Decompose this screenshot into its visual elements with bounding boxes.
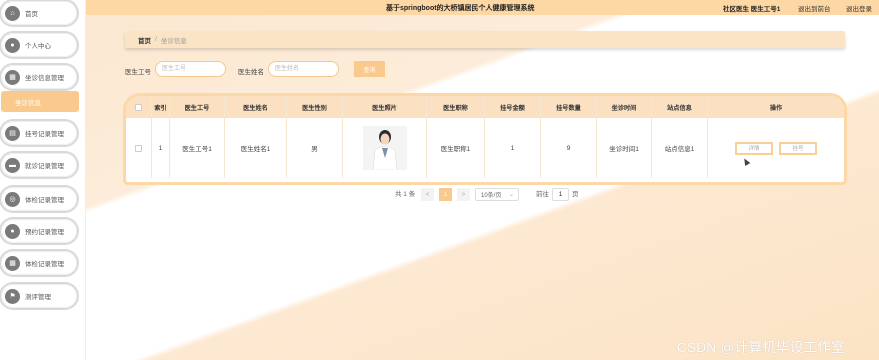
cell-doctor-name: 医生姓名1 — [225, 118, 287, 178]
breadcrumb-home[interactable]: 首页 — [138, 35, 151, 45]
col-title: 医生职称 — [427, 96, 485, 118]
cell-photo — [343, 118, 427, 178]
sidebar-item-home[interactable]: ⌂ 首页 — [1, 1, 77, 25]
sidebar-item-label: 挂号记录管理 — [25, 131, 64, 138]
list-icon: ▤ — [5, 125, 20, 141]
col-doctor-name: 医生姓名 — [225, 96, 287, 118]
cell-title: 医生职称1 — [427, 118, 485, 178]
home-icon: ⌂ — [5, 5, 20, 21]
table-row: 1 医生工号1 医生姓名1 男 医生职称1 1 9 坐诊时间1 站点信息1 详情… — [126, 118, 844, 178]
doctor-name-input[interactable] — [268, 61, 339, 77]
sidebar-item-label: 坐诊信息管理 — [25, 75, 64, 82]
chevron-down-icon: ⌄ — [508, 192, 514, 198]
sidebar-item-label: 体检记录管理 — [25, 261, 64, 268]
cell-index: 1 — [152, 118, 170, 178]
doctor-table: 索引 医生工号 医生姓名 医生性别 医生照片 医生职称 挂号金额 挂号数量 坐诊… — [126, 96, 844, 182]
page-size-value: 10条/页 — [481, 193, 502, 199]
col-site: 站点信息 — [652, 96, 708, 118]
row-checkbox[interactable] — [135, 144, 142, 152]
select-all-cell — [126, 96, 152, 118]
sidebar-item-label: 预约记录管理 — [25, 229, 64, 236]
person-icon: ● — [5, 223, 20, 239]
page-1-button[interactable]: 1 — [439, 188, 452, 201]
chat-icon: ▬ — [5, 157, 20, 173]
sidebar-subitem-label: 坐诊信息 — [15, 99, 41, 107]
sidebar-item-label: 首页 — [25, 11, 38, 18]
user-icon: ● — [5, 37, 20, 53]
sidebar-item-clinic[interactable]: ▦ 坐诊信息管理 — [1, 65, 77, 89]
sidebar: ⌂ 首页 ● 个人中心 ▦ 坐诊信息管理 坐诊信息 ▤ 挂号记录管理 ▬ 就诊记… — [0, 0, 86, 360]
col-actions: 操作 — [769, 104, 783, 112]
cell-count: 9 — [541, 118, 597, 178]
pagination-total: 共 1 条 — [395, 191, 416, 198]
logout-link[interactable]: 退出登录 — [846, 3, 872, 13]
jump-label: 前往 — [536, 191, 549, 198]
sidebar-item-appointment[interactable]: ● 预约记录管理 — [1, 219, 77, 243]
doctor-no-input[interactable] — [155, 61, 226, 77]
app-title: 基于springboot的大桥镇居民个人健康管理系统 — [386, 5, 535, 12]
col-gender: 医生性别 — [287, 96, 343, 118]
doctor-photo — [362, 126, 407, 170]
breadcrumb-current: 坐诊信息 — [160, 37, 187, 45]
sidebar-item-checkup[interactable]: ◎ 体检记录管理 — [1, 187, 77, 211]
cell-site: 站点信息1 — [652, 118, 708, 178]
col-count: 挂号数量 — [541, 96, 597, 118]
detail-button[interactable]: 详情 — [735, 141, 773, 155]
register-button[interactable]: 挂号 — [779, 141, 817, 155]
next-page-button[interactable]: > — [457, 188, 470, 201]
back-to-front-link[interactable]: 退出到前台 — [798, 3, 831, 13]
page-unit-label: 页 — [572, 191, 579, 198]
sidebar-item-label: 测评管理 — [25, 294, 51, 301]
watermark: CSDN @计算机毕设工作室 — [677, 340, 845, 355]
sidebar-item-assessment[interactable]: ⚑ 测评管理 — [1, 284, 77, 308]
flag-icon: ⚑ — [5, 288, 20, 304]
breadcrumb: 首页 / 坐诊信息 — [125, 31, 845, 48]
cell-gender: 男 — [287, 118, 343, 178]
cell-time: 坐诊时间1 — [597, 118, 652, 178]
sidebar-item-label: 就诊记录管理 — [25, 163, 64, 170]
sidebar-item-checkup-2[interactable]: ▦ 体检记录管理 — [1, 251, 77, 275]
search-button[interactable]: 查询 — [354, 61, 385, 77]
select-all-checkbox[interactable] — [135, 103, 142, 111]
sidebar-item-label: 体检记录管理 — [25, 197, 64, 204]
col-fee: 挂号金额 — [485, 96, 541, 118]
col-doctor-no: 医生工号 — [170, 96, 225, 118]
col-index: 索引 — [152, 96, 170, 118]
sidebar-item-visit[interactable]: ▬ 就诊记录管理 — [1, 153, 77, 177]
doctor-no-label: 医生工号 — [125, 69, 151, 76]
sidebar-item-label: 个人中心 — [25, 43, 51, 50]
sidebar-subitem-clinic-info[interactable]: 坐诊信息 — [1, 91, 79, 112]
current-user: 社区医生 医生工号1 — [723, 6, 781, 13]
grid-icon: ▦ — [5, 69, 20, 85]
table-header: 索引 医生工号 医生姓名 医生性别 医生照片 医生职称 挂号金额 挂号数量 坐诊… — [126, 96, 844, 118]
breadcrumb-separator: / — [155, 36, 157, 43]
sidebar-item-profile[interactable]: ● 个人中心 — [1, 33, 77, 57]
col-time: 坐诊时间 — [597, 96, 652, 118]
col-photo: 医生照片 — [343, 96, 427, 118]
circle-icon: ◎ — [5, 191, 20, 207]
top-header: 基于springboot的大桥镇居民个人健康管理系统 社区医生 医生工号1 退出… — [86, 0, 879, 15]
sidebar-item-registration[interactable]: ▤ 挂号记录管理 — [1, 121, 77, 145]
jump-page-input[interactable]: 1 — [552, 188, 569, 201]
cell-fee: 1 — [485, 118, 541, 178]
prev-page-button[interactable]: < — [421, 188, 434, 201]
cell-doctor-no: 医生工号1 — [170, 118, 225, 178]
grid-icon: ▦ — [5, 255, 20, 271]
cell-actions: 详情 挂号 — [708, 118, 844, 178]
doctor-name-label: 医生姓名 — [238, 69, 264, 76]
page-size-select[interactable]: 10条/页 ⌄ — [475, 188, 519, 201]
row-select-cell — [126, 118, 152, 178]
